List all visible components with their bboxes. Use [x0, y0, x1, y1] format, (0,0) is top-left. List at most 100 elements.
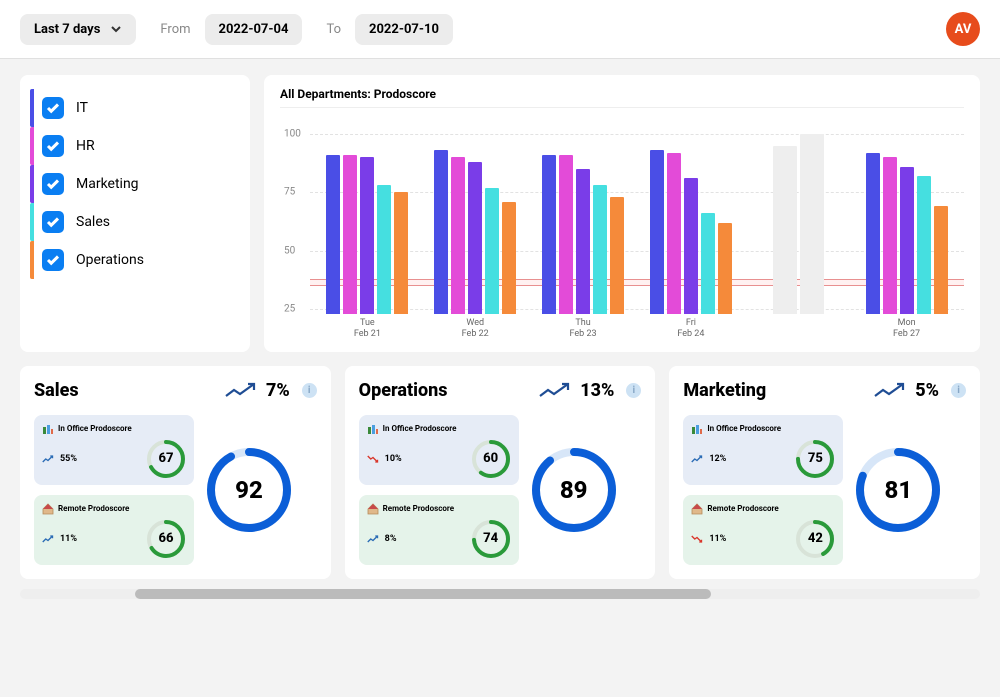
bar-group: [747, 134, 850, 314]
mini-pct: 10%: [385, 454, 402, 464]
checkbox-icon[interactable]: [42, 97, 64, 119]
bar: [542, 155, 556, 314]
info-icon[interactable]: i: [951, 383, 966, 398]
card-title: Marketing: [683, 380, 865, 401]
office-icon: [367, 423, 379, 435]
legend-label: IT: [76, 100, 88, 116]
from-date-value: 2022-07-04: [219, 22, 289, 37]
mini-pct: 8%: [385, 534, 397, 544]
bar: [468, 162, 482, 314]
legend-label: Marketing: [76, 176, 139, 192]
mini-pct: 55%: [60, 454, 77, 464]
trend-down-icon: [367, 453, 379, 465]
bar: [343, 155, 357, 314]
x-tick: ThuFeb 23: [532, 318, 635, 340]
remote-minicard: Remote Prodoscore 11% 66: [34, 495, 194, 565]
mini-pct: 11%: [60, 534, 77, 544]
in-office-minicard: In Office Prodoscore 10% 60: [359, 415, 519, 485]
chart-x-labels: TueFeb 21WedFeb 22ThuFeb 23FriFeb 24MonF…: [280, 314, 964, 340]
checkbox-icon[interactable]: [42, 173, 64, 195]
chart-plot: 255075100: [310, 134, 964, 314]
legend-item-operations[interactable]: Operations: [30, 241, 240, 279]
trend-down-icon: [691, 533, 703, 545]
date-range-label: Last 7 days: [34, 22, 100, 37]
legend-item-sales[interactable]: Sales: [30, 203, 240, 241]
bar: [934, 206, 948, 314]
trend-up-icon: [224, 381, 258, 399]
bar: [883, 157, 897, 314]
mini-label: Remote Prodoscore: [42, 503, 186, 515]
department-legend-card: IT HR Marketing Sales Operations: [20, 75, 250, 352]
department-card-operations: Operations 13% i In Office Prodoscore 10…: [345, 366, 656, 579]
big-score-value: 89: [531, 447, 617, 533]
avatar[interactable]: AV: [946, 12, 980, 46]
office-icon: [42, 423, 54, 435]
x-tick: FriFeb 24: [640, 318, 743, 340]
checkbox-icon[interactable]: [42, 135, 64, 157]
mini-label: Remote Prodoscore: [367, 503, 511, 515]
card-title: Sales: [34, 380, 216, 401]
mini-score-value: 42: [795, 519, 835, 559]
chevron-down-icon: [110, 23, 122, 35]
mini-score-value: 74: [471, 519, 511, 559]
info-icon[interactable]: i: [302, 383, 317, 398]
from-date-picker[interactable]: 2022-07-04: [205, 14, 303, 45]
trend-up-icon: [538, 381, 572, 399]
trend-up-icon: [691, 453, 703, 465]
checkbox-icon[interactable]: [42, 211, 64, 233]
department-card-marketing: Marketing 5% i In Office Prodoscore 12% …: [669, 366, 980, 579]
scrollbar-thumb[interactable]: [135, 589, 711, 599]
legend-item-marketing[interactable]: Marketing: [30, 165, 240, 203]
legend-label: HR: [76, 138, 95, 154]
date-range-dropdown[interactable]: Last 7 days: [20, 14, 136, 45]
to-label: To: [326, 22, 341, 37]
card-header: Sales 7% i: [34, 380, 317, 401]
mini-score-ring: 42: [795, 519, 835, 559]
trend-up-icon: [42, 533, 54, 545]
info-icon[interactable]: i: [626, 383, 641, 398]
mini-score-ring: 74: [471, 519, 511, 559]
mini-label: In Office Prodoscore: [42, 423, 186, 435]
card-title: Operations: [359, 380, 531, 401]
legend-item-hr[interactable]: HR: [30, 127, 240, 165]
big-score-value: 81: [855, 447, 941, 533]
mini-label: Remote Prodoscore: [691, 503, 835, 515]
mini-score-ring: 66: [146, 519, 186, 559]
remote-minicard: Remote Prodoscore 8% 74: [359, 495, 519, 565]
in-office-minicard: In Office Prodoscore 55% 67: [34, 415, 194, 485]
legend-label: Operations: [76, 252, 144, 268]
mini-score-ring: 75: [795, 439, 835, 479]
chart-title: All Departments: Prodoscore: [280, 87, 964, 108]
bar: [576, 169, 590, 314]
mini-label: In Office Prodoscore: [367, 423, 511, 435]
legend-label: Sales: [76, 214, 110, 230]
bar: [701, 213, 715, 314]
department-cards-row: Sales 7% i In Office Prodoscore 55% 67 R…: [20, 366, 980, 579]
trend-up-icon: [42, 453, 54, 465]
card-header: Operations 13% i: [359, 380, 642, 401]
mini-score-value: 67: [146, 439, 186, 479]
bar: [451, 157, 465, 314]
mini-score-value: 75: [795, 439, 835, 479]
in-office-minicard: In Office Prodoscore 12% 75: [683, 415, 843, 485]
x-tick: WedFeb 22: [424, 318, 527, 340]
trend-up-icon: [873, 381, 907, 399]
horizontal-scrollbar[interactable]: [20, 589, 980, 599]
top-bar: Last 7 days From 2022-07-04 To 2022-07-1…: [0, 0, 1000, 59]
avatar-initials: AV: [955, 22, 972, 37]
x-tick: MonFeb 27: [855, 318, 958, 340]
bar: [667, 153, 681, 314]
bar: [718, 223, 732, 314]
mini-score-ring: 60: [471, 439, 511, 479]
checkbox-icon[interactable]: [42, 249, 64, 271]
to-date-picker[interactable]: 2022-07-10: [355, 14, 453, 45]
card-trend-pct: 13%: [580, 380, 614, 401]
card-header: Marketing 5% i: [683, 380, 966, 401]
bar-group: [640, 134, 743, 314]
from-label: From: [160, 22, 190, 37]
chart-body: 255075100: [280, 114, 964, 314]
remote-minicard: Remote Prodoscore 11% 42: [683, 495, 843, 565]
bar: [559, 155, 573, 314]
mini-pct: 11%: [709, 534, 726, 544]
legend-item-it[interactable]: IT: [30, 89, 240, 127]
